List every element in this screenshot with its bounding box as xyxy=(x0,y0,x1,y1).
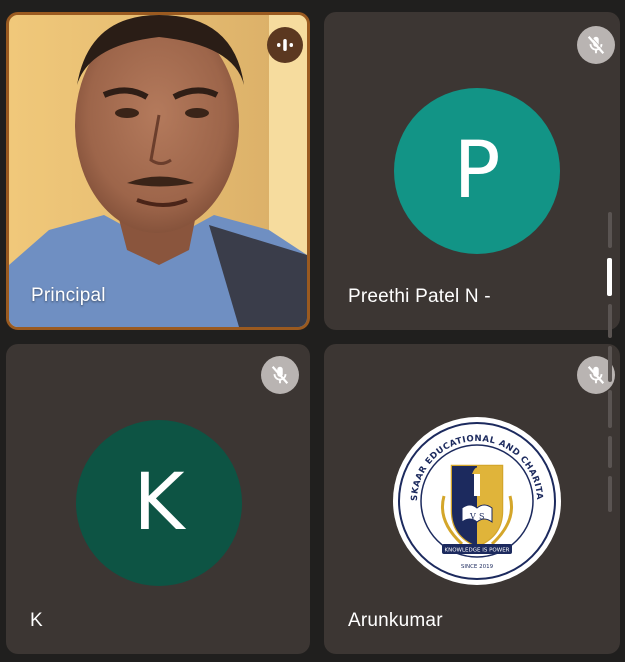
participant-tile-k[interactable]: K K xyxy=(6,344,310,654)
mic-off-icon xyxy=(577,26,615,64)
avatar: P xyxy=(394,88,560,254)
participant-name: Arunkumar xyxy=(348,610,443,631)
participant-video-feed xyxy=(9,15,307,327)
participant-name: Principal xyxy=(31,285,106,306)
svg-text:SINCE 2019: SINCE 2019 xyxy=(461,564,494,570)
participant-tile-principal[interactable]: Principal xyxy=(6,12,310,330)
participant-name: Preethi Patel N - xyxy=(348,286,491,307)
avatar-initial: P xyxy=(453,126,501,216)
svg-text:S: S xyxy=(479,512,484,521)
scrollbar[interactable] xyxy=(606,212,614,512)
svg-text:V: V xyxy=(469,512,476,521)
avatar-initial: K xyxy=(133,458,185,548)
svg-text:KNOWLEDGE IS POWER: KNOWLEDGE IS POWER xyxy=(445,548,510,554)
participant-tile-preethi[interactable]: P Preethi Patel N - xyxy=(324,12,620,330)
participant-name: K xyxy=(30,610,43,631)
avatar: K xyxy=(76,420,242,586)
participant-tile-arunkumar[interactable]: VIDYA SANSKAAR EDUCATIONAL AND CHARITABL… xyxy=(324,344,620,654)
audio-level-icon xyxy=(267,27,303,63)
mic-off-icon xyxy=(261,356,299,394)
trust-logo: VIDYA SANSKAAR EDUCATIONAL AND CHARITABL… xyxy=(392,416,561,585)
